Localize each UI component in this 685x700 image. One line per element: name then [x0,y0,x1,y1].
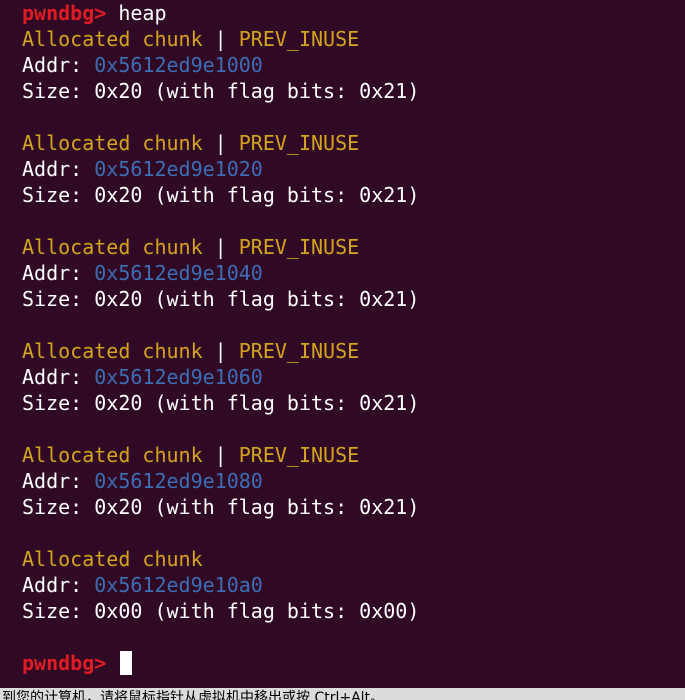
command-text: heap [118,1,167,25]
chunk-header: Allocated chunk [22,547,203,571]
prompt: pwndbg> [22,1,107,25]
chunk-address: 0x5612ed9e1080 [94,469,263,493]
chunk-address: 0x5612ed9e1060 [94,365,263,389]
chunk-size: Size: 0x00 (with flag bits: 0x00) [22,599,420,623]
prompt-line: pwndbg> heap [22,0,685,26]
chunk-address: 0x5612ed9e1020 [94,157,263,181]
vm-status-bar: 到您的计算机，请将鼠标指针从虚拟机中移出或按 Ctrl+Alt。 [0,688,685,700]
chunk-address: 0x5612ed9e10a0 [94,573,263,597]
chunk-addr: Addr: 0x5612ed9e1040 [22,261,263,285]
cursor [120,651,133,675]
chunk-size: Size: 0x20 (with flag bits: 0x21) [22,183,420,207]
chunk-header: Allocated chunk | PREV_INUSE [22,443,360,467]
chunk-size: Size: 0x20 (with flag bits: 0x21) [22,287,420,311]
chunk-address: 0x5612ed9e1040 [94,261,263,285]
chunk-addr: Addr: 0x5612ed9e1080 [22,469,263,493]
prompt: pwndbg> [22,651,107,675]
chunk-size: Size: 0x20 (with flag bits: 0x21) [22,79,420,103]
chunk-size: Size: 0x20 (with flag bits: 0x21) [22,495,420,519]
chunk-size: Size: 0x20 (with flag bits: 0x21) [22,391,420,415]
chunk-header: Allocated chunk | PREV_INUSE [22,235,360,259]
chunk-addr: Addr: 0x5612ed9e1000 [22,53,263,77]
chunk-header: Allocated chunk | PREV_INUSE [22,131,360,155]
chunk-header: Allocated chunk | PREV_INUSE [22,27,360,51]
terminal-window[interactable]: pwndbg> heap Allocated chunk | PREV_INUS… [0,0,685,688]
chunk-header: Allocated chunk | PREV_INUSE [22,339,360,363]
status-text: 到您的计算机，请将鼠标指针从虚拟机中移出或按 Ctrl+Alt。 [2,690,385,700]
input-prompt-line[interactable]: pwndbg> [22,650,685,676]
chunk-addr: Addr: 0x5612ed9e10a0 [22,573,263,597]
chunk-addr: Addr: 0x5612ed9e1060 [22,365,263,389]
chunk-address: 0x5612ed9e1000 [94,53,263,77]
chunk-addr: Addr: 0x5612ed9e1020 [22,157,263,181]
